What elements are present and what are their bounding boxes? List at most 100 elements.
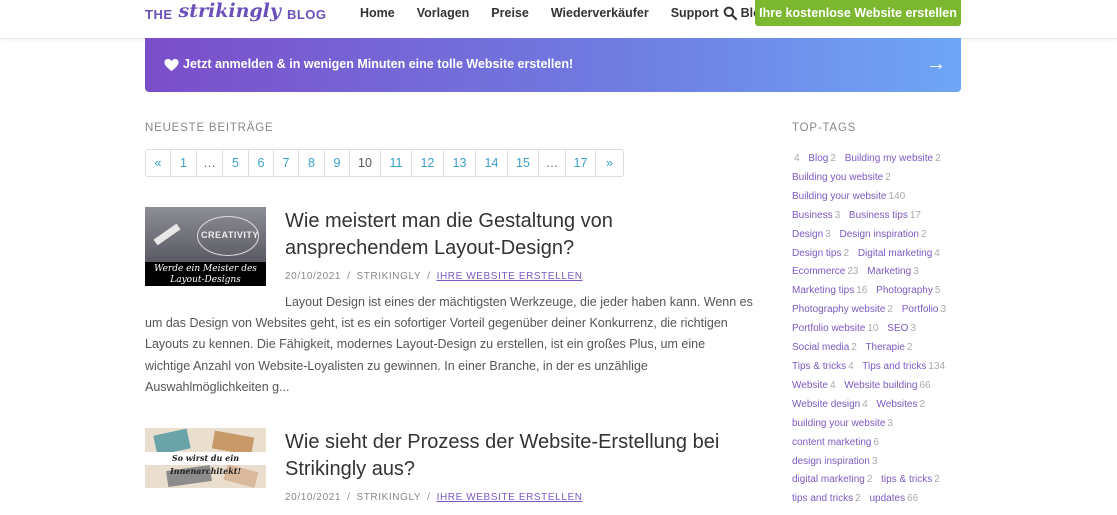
tag-count: 23 (847, 266, 859, 278)
tag-link[interactable]: Portfolio website 10 (792, 323, 879, 334)
tag-link[interactable]: Ecommerce 23 (792, 266, 858, 277)
tag-count: 2 (843, 247, 850, 259)
tag-link[interactable]: Website 4 (792, 380, 836, 391)
tag-link[interactable]: SEO 3 (887, 323, 916, 334)
post-title[interactable]: Wie meistert man die Gestaltung von ansp… (285, 208, 755, 262)
tag-link[interactable]: building your website 3 (792, 418, 893, 429)
tag-link[interactable]: Photography website 2 (792, 304, 893, 315)
page-link[interactable]: 17 (566, 150, 596, 176)
tag-name: Tips & tricks (792, 360, 847, 372)
tag-link[interactable]: Marketing 3 (867, 266, 918, 277)
search-icon[interactable] (723, 6, 737, 20)
tag-name: Websites (876, 398, 918, 410)
tag-link[interactable]: Building your website 140 (792, 191, 905, 202)
tag-link[interactable]: Social media 2 (792, 342, 857, 353)
top-tags-heading: TOP-TAGS (792, 122, 857, 134)
nav-templates[interactable]: Vorlagen (417, 6, 470, 20)
tag-link[interactable]: content marketing 6 (792, 437, 879, 448)
tag-name: Photography website (792, 304, 886, 316)
page-next[interactable]: » (596, 150, 623, 176)
tag-link[interactable]: Website design 4 (792, 399, 868, 410)
post-thumbnail[interactable]: So wirst du ein Innenarchitekt! (145, 428, 266, 488)
tag-count: 3 (940, 304, 946, 316)
page-link[interactable]: 14 (476, 150, 508, 176)
tag-count: 5 (934, 285, 941, 297)
tag-count: 4 (848, 360, 854, 372)
nav-home[interactable]: Home (360, 6, 395, 20)
signup-banner[interactable]: Jetzt anmelden & in wenigen Minuten eine… (145, 38, 961, 92)
page-link[interactable]: 6 (249, 150, 274, 176)
post-meta: 20/10/2021/STRIKINGLY / IHRE WEBSITE ERSTE… (285, 492, 583, 503)
tag-link[interactable]: Photography 5 (876, 285, 940, 296)
post-meta: 20/10/2021/STRIKINGLY / IHRE WEBSITE ERSTE… (285, 271, 583, 282)
tag-count: 2 (855, 493, 861, 505)
tag-link[interactable]: digital marketing 2 (792, 474, 872, 485)
tag-link[interactable]: Business tips 17 (849, 210, 921, 221)
thumbnail-caption: So wirst du ein Innenarchitekt! (145, 452, 266, 476)
tag-name: Blog (808, 153, 829, 164)
page-link[interactable]: 5 (223, 150, 249, 176)
page-link[interactable]: 13 (444, 150, 476, 176)
page-link[interactable]: 8 (299, 150, 325, 176)
tag-count: 66 (919, 379, 931, 391)
tag-name: Website design (792, 398, 861, 410)
tag-link[interactable]: tips & tricks 2 (881, 474, 940, 485)
tag-name: updates (869, 493, 906, 505)
tag-link[interactable]: Building my website 2 (845, 153, 941, 164)
tag-link[interactable]: Marketing tips 16 (792, 285, 867, 296)
tag-link[interactable]: Building you website 2 (792, 172, 891, 183)
latest-posts-heading: NEUESTE BEITRÄGE (145, 122, 274, 134)
tag-link[interactable]: Tips & tricks 4 (792, 361, 854, 372)
tag-link[interactable]: Business 3 (792, 210, 840, 221)
page-link[interactable]: 11 (381, 150, 412, 176)
tag-link[interactable]: tips and tricks 2 (792, 493, 861, 504)
page-link[interactable]: 9 (325, 150, 350, 176)
tag-count: 2 (885, 171, 891, 183)
post-title[interactable]: Wie sieht der Prozess der Website-Erstel… (285, 429, 755, 483)
tag-name: content marketing (792, 436, 872, 448)
page-link[interactable]: 7 (274, 150, 299, 176)
tag-link[interactable]: Blog 2 (808, 153, 836, 164)
post-category-link[interactable]: IHRE WEBSITE ERSTELLEN (437, 271, 583, 282)
tag-link[interactable]: Design inspiration 2 (839, 229, 926, 240)
nav-support[interactable]: Support (671, 6, 719, 20)
tag-count: 3 (887, 417, 893, 429)
tag-name: Digital marketing (857, 247, 933, 259)
tag-link[interactable]: updates 66 (869, 493, 918, 504)
page-link[interactable]: 12 (412, 150, 444, 176)
post-category-link[interactable]: IHRE WEBSITE ERSTELLEN (437, 492, 583, 503)
tag-name: Portfolio website (792, 323, 866, 335)
tag-link[interactable]: design inspiration 3 (792, 456, 877, 467)
page-link[interactable]: 1 (171, 150, 197, 176)
logo-prefix: THE (145, 6, 173, 22)
post-excerpt: Layout Design ist eines der mächtigsten … (145, 295, 753, 394)
tag-name: Website building (844, 379, 918, 391)
page-link[interactable]: 15 (508, 150, 539, 176)
tag-link[interactable]: Digital marketing 4 (858, 248, 940, 259)
pagination: « 1 … 5 6 7 8 9 10 11 12 13 14 15 … 17 » (145, 149, 624, 177)
tag-count: 17 (909, 209, 921, 221)
nav-pricing[interactable]: Preise (491, 6, 529, 20)
post-thumbnail[interactable]: CREATIVITY Werde ein Meister des Layout-… (145, 207, 266, 286)
tag-link[interactable]: Websites 2 (877, 399, 926, 410)
tag-count: 16 (856, 285, 868, 297)
nav-resellers[interactable]: Wiederverkäufer (551, 6, 649, 20)
tag-link[interactable]: Design tips 2 (792, 248, 849, 259)
blog-logo[interactable]: THE strikingly BLOG (145, 0, 327, 28)
tag-count: 6 (873, 436, 880, 448)
tag-link[interactable]: Tips and tricks 134 (862, 361, 945, 372)
tag-list: 4 Blog 2 Building my website 2 Building yo… (792, 150, 952, 509)
tag-link[interactable]: 4 (792, 153, 800, 164)
tag-name: Design inspiration (839, 228, 919, 240)
tag-count: 2 (830, 153, 836, 164)
page-ellipsis: … (197, 150, 223, 176)
tag-link[interactable]: Therapie 2 (865, 342, 912, 353)
tag-count: 2 (887, 304, 893, 316)
tag-link[interactable]: Website building 66 (844, 380, 930, 391)
create-website-button[interactable]: Ihre kostenlose Website erstellen (755, 0, 961, 26)
tag-link[interactable]: Portfolio 3 (902, 304, 946, 315)
thumbnail-overlay-text: CREATIVITY (201, 230, 259, 240)
page-prev[interactable]: « (146, 150, 171, 176)
arrow-right-icon[interactable]: → (926, 54, 946, 74)
tag-link[interactable]: Design 3 (792, 229, 831, 240)
